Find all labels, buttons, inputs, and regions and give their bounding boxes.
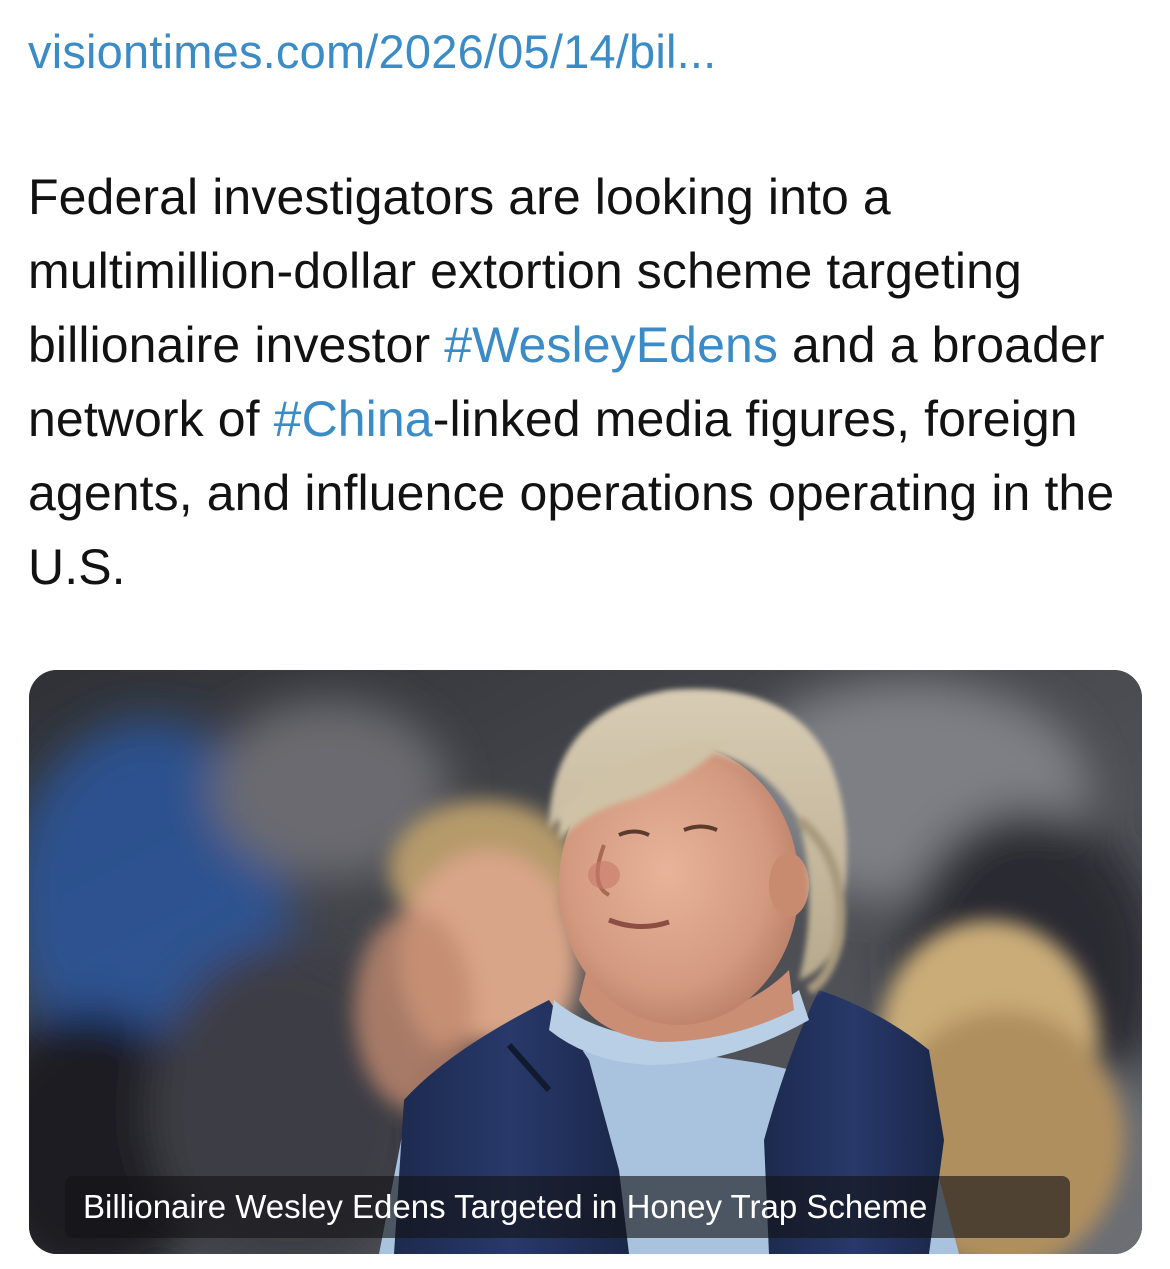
- hashtag-china-link[interactable]: #China: [274, 391, 433, 447]
- link-preview-card[interactable]: Billionaire Wesley Edens Targeted in Hon…: [29, 670, 1142, 1254]
- article-photo: [29, 670, 1142, 1254]
- post-text: Federal investigators are looking into a…: [28, 160, 1148, 604]
- article-link[interactable]: visiontimes.com/2026/05/14/bil...: [28, 22, 716, 82]
- hashtag-wesleyedens-link[interactable]: #WesleyEdens: [444, 317, 778, 373]
- card-caption-box: Billionaire Wesley Edens Targeted in Hon…: [65, 1176, 1070, 1238]
- card-caption: Billionaire Wesley Edens Targeted in Hon…: [83, 1188, 928, 1225]
